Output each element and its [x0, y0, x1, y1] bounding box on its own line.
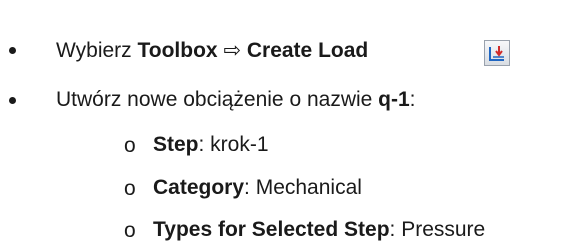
instruction-text: Wybierz Toolbox ⇨ Create Load	[56, 38, 368, 63]
subitem-value: : krok-1	[198, 133, 269, 156]
menu-toolbox: Toolbox	[137, 38, 218, 62]
menu-create-load: Create Load	[246, 38, 369, 62]
sub-bullet: o	[124, 176, 136, 200]
subitem-value: : Mechanical	[244, 176, 362, 199]
bullet-dot	[9, 97, 16, 104]
sub-bullet: o	[124, 218, 136, 242]
sub-bullet: o	[124, 133, 136, 157]
subitem-value: : Pressure	[389, 218, 486, 241]
instruction-suffix: :	[409, 88, 416, 111]
subitem-label: Step	[153, 133, 199, 156]
instruction-text: Utwórz nowe obciążenie o nazwie q-1:	[56, 88, 416, 112]
subitem-label: Category	[153, 176, 245, 199]
arrow: ⇨	[217, 38, 247, 62]
create-load-icon	[484, 40, 510, 66]
subitem-text: Types for Selected Step: Pressure	[153, 218, 485, 242]
bullet-dot	[9, 47, 16, 54]
instruction-prefix: Wybierz	[56, 38, 138, 62]
subitem-text: Category: Mechanical	[153, 176, 362, 200]
instruction-prefix: Utwórz nowe obciążenie o nazwie	[56, 88, 379, 111]
subitem-text: Step: krok-1	[153, 133, 269, 157]
load-name: q-1	[378, 88, 410, 111]
subitem-label: Types for Selected Step	[153, 218, 390, 241]
